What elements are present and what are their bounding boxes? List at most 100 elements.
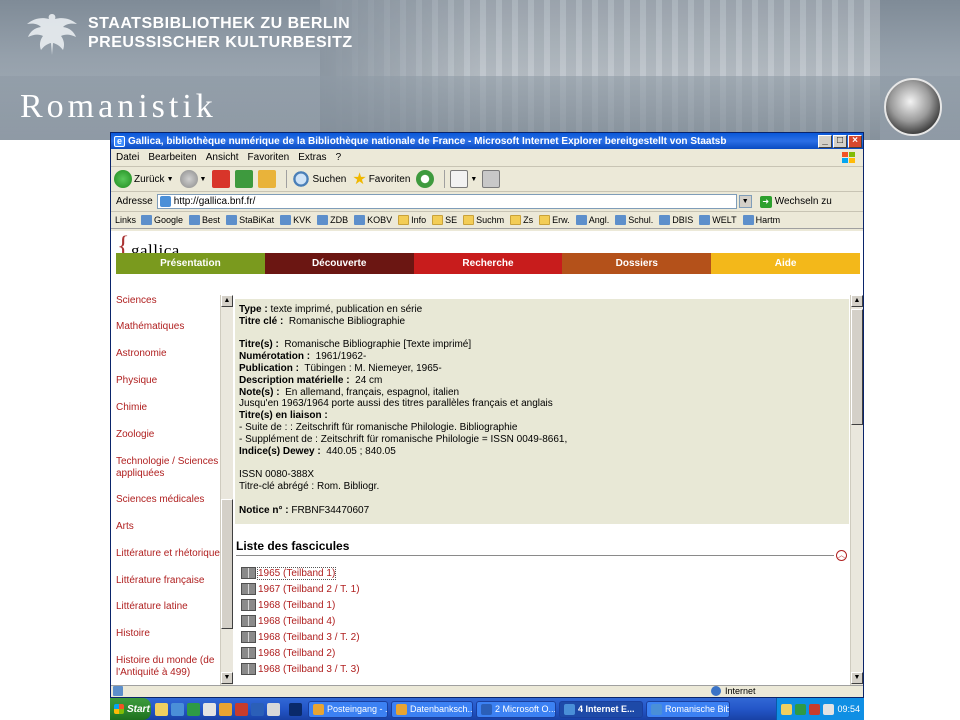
link-zdb[interactable]: ZDB bbox=[317, 215, 348, 225]
quick-launch-icon[interactable] bbox=[203, 702, 216, 716]
history-icon[interactable] bbox=[416, 170, 435, 188]
quick-launch-icon[interactable] bbox=[187, 702, 200, 716]
menu-favoriten[interactable]: Favoriten bbox=[248, 152, 290, 163]
link-info[interactable]: Info bbox=[398, 215, 426, 225]
print-icon[interactable] bbox=[482, 170, 501, 188]
fascicle-link[interactable]: 1967 (Teilband 2 / T. 1) bbox=[258, 584, 360, 595]
link-best[interactable]: Best bbox=[189, 215, 220, 225]
fascicle-link[interactable]: 1965 (Teilband 1) bbox=[256, 566, 337, 580]
tray-icon[interactable] bbox=[781, 703, 793, 715]
nav-dossiers[interactable]: Dossiers bbox=[562, 253, 712, 274]
sidebar-item-arts[interactable]: Arts bbox=[116, 521, 221, 533]
link-hartm[interactable]: Hartm bbox=[742, 215, 780, 225]
nav-decouverte[interactable]: Découverte bbox=[264, 253, 414, 274]
task-posteingang[interactable]: Posteingang - ... bbox=[308, 700, 388, 718]
book-icon[interactable] bbox=[241, 647, 256, 659]
mail-dropdown-icon[interactable]: ▼ bbox=[470, 176, 477, 183]
menu-help[interactable]: ? bbox=[336, 152, 342, 163]
link-stabikat[interactable]: StaBiKat bbox=[226, 215, 274, 225]
forward-button[interactable]: ▼ bbox=[179, 170, 206, 188]
fascicle-link[interactable]: 1968 (Teilband 3 / T. 3) bbox=[258, 664, 360, 675]
tray-icon[interactable] bbox=[823, 703, 835, 715]
quick-launch-icon[interactable] bbox=[267, 702, 280, 716]
main-scrollbar[interactable]: ▲ ▼ bbox=[850, 295, 863, 685]
quick-launch-icon[interactable] bbox=[219, 702, 232, 716]
menu-extras[interactable]: Extras bbox=[298, 152, 326, 163]
address-input[interactable]: http://gallica.bnf.fr/ bbox=[156, 194, 737, 209]
sidebar-item-litterature-rhetorique[interactable]: Littérature et rhétorique bbox=[116, 548, 221, 560]
tray-icon[interactable] bbox=[795, 703, 807, 715]
tray-icon[interactable] bbox=[809, 703, 821, 715]
refresh-icon[interactable] bbox=[235, 170, 254, 188]
sidebar-item-zoologie[interactable]: Zoologie bbox=[116, 429, 221, 441]
menu-bearbeiten[interactable]: Bearbeiten bbox=[148, 152, 196, 163]
fascicle-link[interactable]: 1968 (Teilband 3 / T. 2) bbox=[258, 632, 360, 643]
sidebar-item-mathematiques[interactable]: Mathématiques bbox=[116, 321, 221, 333]
link-schul[interactable]: Schul. bbox=[615, 215, 653, 225]
scroll-down-arrow-icon[interactable]: ▼ bbox=[221, 672, 233, 684]
quick-launch-icon[interactable] bbox=[289, 702, 302, 716]
nav-aide[interactable]: Aide bbox=[711, 253, 860, 274]
book-icon[interactable] bbox=[241, 631, 256, 643]
book-icon[interactable] bbox=[241, 615, 256, 627]
scroll-down-arrow-icon[interactable]: ▼ bbox=[851, 672, 863, 684]
favorites-button[interactable]: ★ Favoriten bbox=[352, 169, 410, 189]
quick-launch-icon[interactable] bbox=[155, 702, 168, 716]
sidebar-item-sciences-medicales[interactable]: Sciences médicales bbox=[116, 494, 221, 506]
nav-presentation[interactable]: Présentation bbox=[116, 253, 265, 274]
link-suchm[interactable]: Suchm bbox=[463, 215, 504, 225]
link-welt[interactable]: WELT bbox=[699, 215, 737, 225]
link-kobv[interactable]: KOBV bbox=[354, 215, 392, 225]
quick-launch-icon[interactable] bbox=[235, 702, 248, 716]
link-kvk[interactable]: KVK bbox=[280, 215, 311, 225]
sidebar-scrollbar[interactable]: ▲ ▼ bbox=[220, 295, 233, 685]
sidebar-item-litterature-francaise[interactable]: Littérature française bbox=[116, 575, 221, 587]
link-erw[interactable]: Erw. bbox=[539, 215, 570, 225]
home-icon[interactable] bbox=[258, 170, 277, 188]
maximize-button[interactable]: □ bbox=[833, 134, 847, 148]
scroll-up-arrow-icon[interactable]: ▲ bbox=[221, 295, 233, 307]
book-icon[interactable] bbox=[241, 663, 256, 675]
close-button[interactable]: × bbox=[848, 134, 862, 148]
sidebar-item-histoire[interactable]: Histoire bbox=[116, 628, 221, 640]
back-button[interactable]: Zurück ▼ bbox=[114, 170, 174, 188]
address-dropdown-icon[interactable]: ▼ bbox=[738, 195, 752, 208]
task-romanische-bibliographie[interactable]: Romanische Bib... bbox=[646, 700, 730, 718]
quick-launch-icon[interactable] bbox=[251, 702, 264, 716]
fascicle-link[interactable]: 1968 (Teilband 2) bbox=[258, 648, 335, 659]
stop-icon[interactable] bbox=[212, 170, 231, 188]
go-button[interactable]: ➜ Wechseln zu bbox=[759, 195, 832, 208]
book-icon[interactable] bbox=[241, 567, 256, 579]
search-button[interactable]: Suchen bbox=[292, 170, 346, 188]
main-scroll-thumb[interactable] bbox=[851, 309, 863, 425]
scroll-up-arrow-icon[interactable]: ▲ bbox=[851, 295, 863, 307]
nav-recherche[interactable]: Recherche bbox=[413, 253, 563, 274]
fascicle-link[interactable]: 1968 (Teilband 4) bbox=[258, 616, 335, 627]
fascicle-link[interactable]: 1968 (Teilband 1) bbox=[258, 600, 335, 611]
sidebar-item-histoire-du-monde[interactable]: Histoire du monde (de l'Antiquité à 499) bbox=[116, 655, 221, 679]
task-internet-explorer[interactable]: 4 Internet E... bbox=[559, 700, 643, 718]
sidebar-item-chimie[interactable]: Chimie bbox=[116, 402, 221, 414]
link-dbis[interactable]: DBIS bbox=[659, 215, 693, 225]
sidebar-item-technologie[interactable]: Technologie / Sciences appliquées bbox=[116, 456, 221, 480]
sidebar-item-astronomie[interactable]: Astronomie bbox=[116, 348, 221, 360]
sidebar-scroll-thumb[interactable] bbox=[221, 499, 233, 629]
clock[interactable]: 09:54 bbox=[837, 704, 860, 714]
menu-datei[interactable]: Datei bbox=[116, 152, 139, 163]
book-icon[interactable] bbox=[241, 583, 256, 595]
link-zs[interactable]: Zs bbox=[510, 215, 533, 225]
menu-ansicht[interactable]: Ansicht bbox=[206, 152, 239, 163]
link-google[interactable]: Google bbox=[141, 215, 183, 225]
link-se[interactable]: SE bbox=[432, 215, 457, 225]
minimize-button[interactable]: _ bbox=[818, 134, 832, 148]
window-titlebar[interactable]: e Gallica, bibliothèque numérique de la … bbox=[111, 133, 863, 149]
collapse-chevron-icon[interactable]: ︿ bbox=[836, 550, 847, 561]
task-microsoft-office[interactable]: 2 Microsoft O... bbox=[476, 700, 556, 718]
start-button[interactable]: Start bbox=[110, 698, 151, 720]
book-icon[interactable] bbox=[241, 599, 256, 611]
task-datenbankschau[interactable]: Datenbanksch... bbox=[391, 700, 473, 718]
sidebar-item-sciences[interactable]: Sciences bbox=[116, 295, 221, 307]
sidebar-item-physique[interactable]: Physique bbox=[116, 375, 221, 387]
quick-launch-icon[interactable] bbox=[171, 702, 184, 716]
link-angl[interactable]: Angl. bbox=[575, 215, 609, 225]
